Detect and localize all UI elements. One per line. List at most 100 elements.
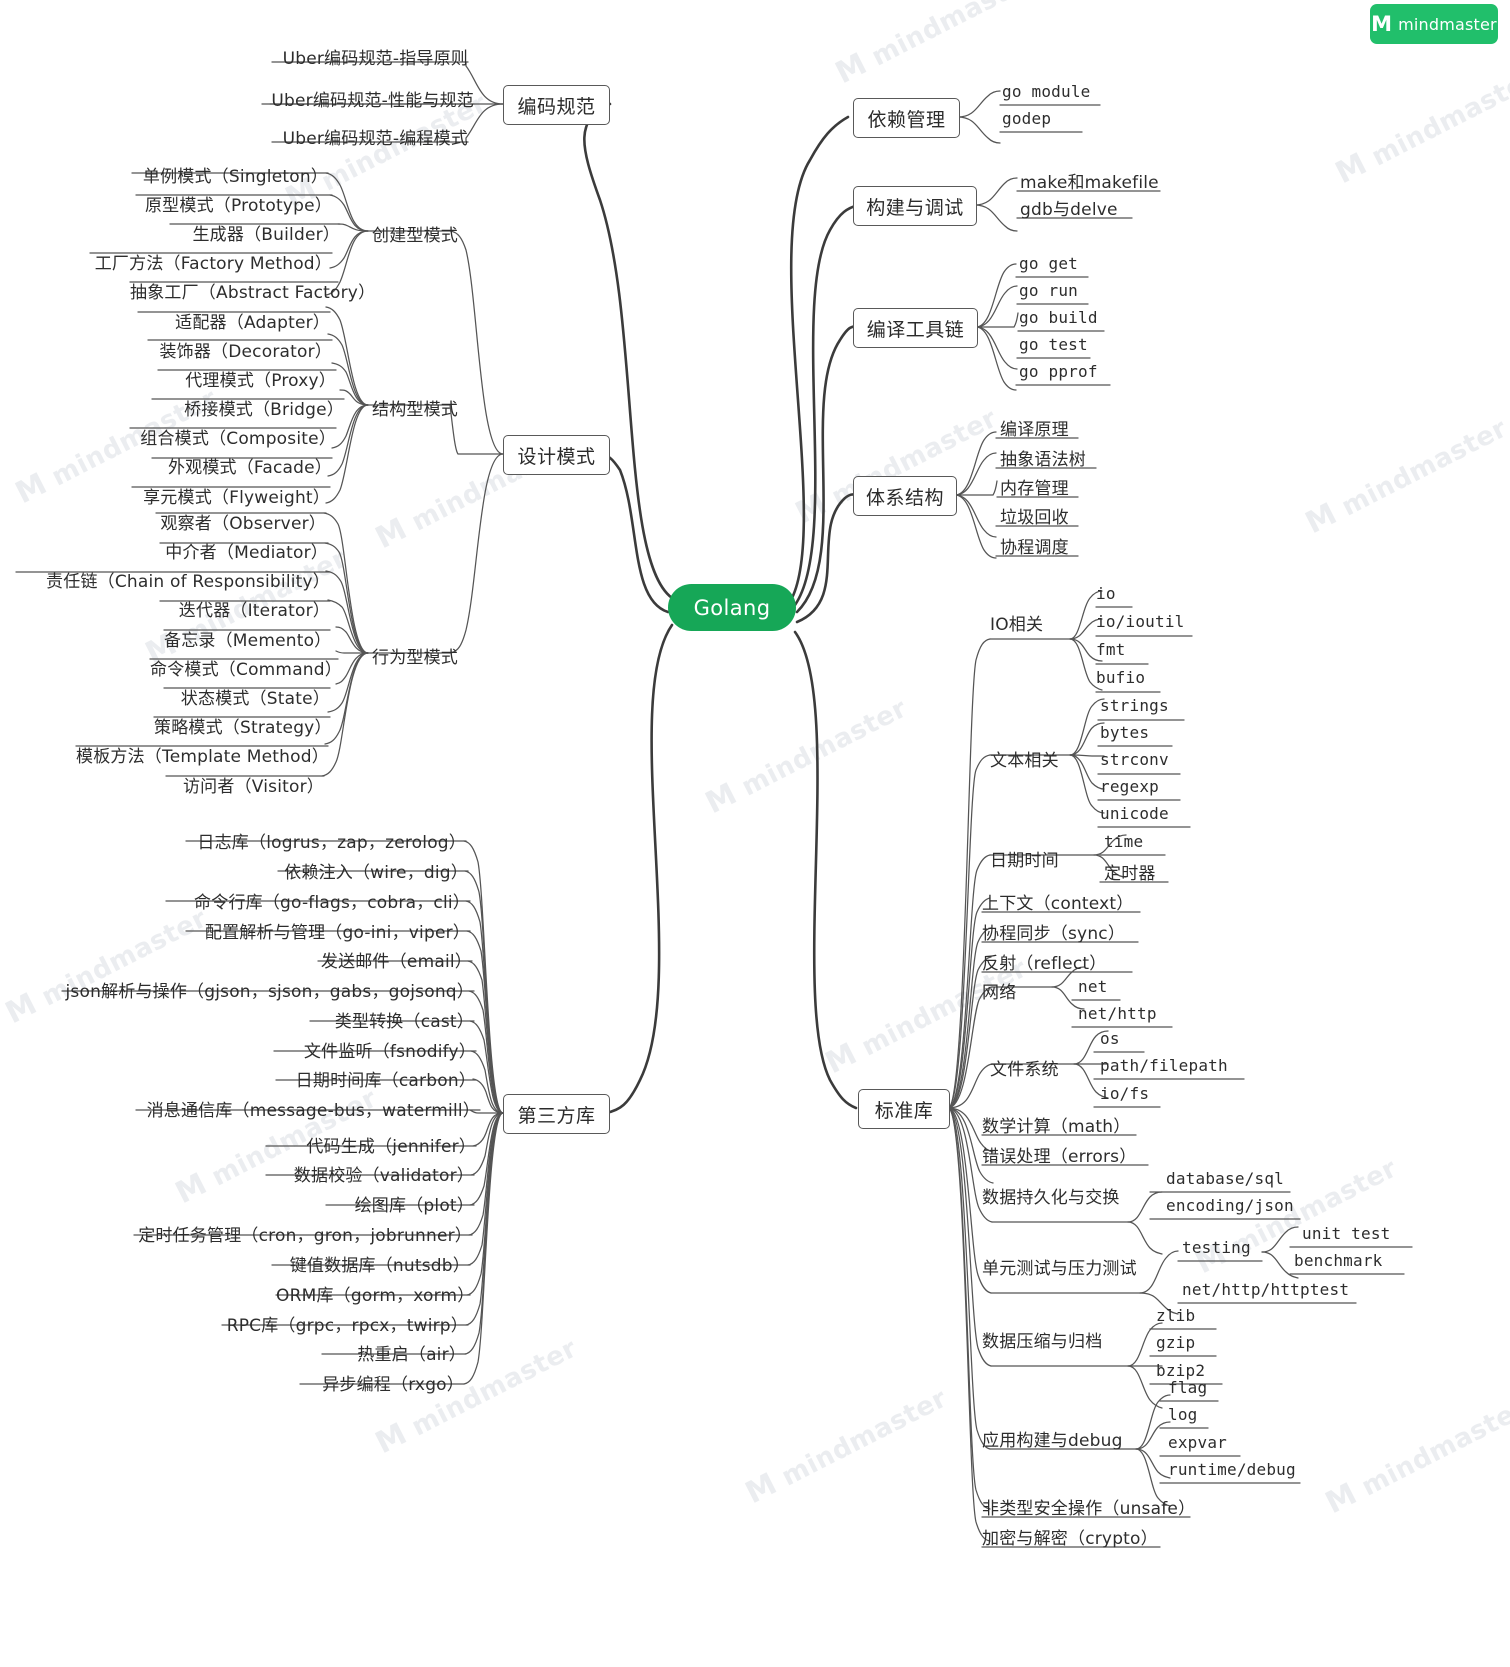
leaf-third-party[interactable]: 热重启（air） bbox=[322, 1340, 466, 1365]
leaf-stdlib[interactable]: flag bbox=[1168, 1378, 1207, 1397]
leaf-third-party[interactable]: 绘图库（plot） bbox=[326, 1191, 474, 1216]
leaf-stdlib[interactable]: testing bbox=[1182, 1238, 1251, 1257]
leaf-goroutine-scheduling[interactable]: 协程调度 bbox=[1000, 533, 1069, 558]
leaf-third-party[interactable]: 消息通信库（message-bus，watermill） bbox=[136, 1096, 480, 1121]
leaf-stdlib[interactable]: net bbox=[1078, 977, 1108, 996]
leaf-pattern[interactable]: 访问者（Visitor） bbox=[166, 772, 324, 797]
group-app-build-debug[interactable]: 应用构建与debug bbox=[982, 1426, 1123, 1451]
leaf-pattern[interactable]: 适配器（Adapter） bbox=[138, 308, 330, 333]
leaf-pattern[interactable]: 生成器（Builder） bbox=[170, 220, 340, 245]
branch-coding-standard[interactable]: 编码规范 bbox=[503, 85, 610, 125]
leaf-third-party[interactable]: 类型转换（cast） bbox=[310, 1007, 474, 1032]
leaf-third-party[interactable]: 依赖注入（wire，dig） bbox=[278, 858, 468, 883]
leaf-third-party[interactable]: 命令行库（go-flags，cobra，cli） bbox=[166, 888, 470, 913]
leaf-third-party[interactable]: RPC库（grpc，rpcx，twirp） bbox=[222, 1311, 468, 1336]
leaf-stdlib[interactable]: bytes bbox=[1100, 723, 1149, 742]
branch-architecture[interactable]: 体系结构 bbox=[853, 476, 957, 516]
group-math[interactable]: 数学计算（math） bbox=[982, 1112, 1130, 1137]
leaf-stdlib[interactable]: regexp bbox=[1100, 777, 1159, 796]
group-text[interactable]: 文本相关 bbox=[990, 746, 1059, 771]
leaf-third-party[interactable]: 发送邮件（email） bbox=[318, 947, 472, 972]
branch-build-debug[interactable]: 构建与调试 bbox=[853, 186, 977, 226]
leaf-third-party[interactable]: ORM库（gorm，xorm） bbox=[276, 1281, 474, 1306]
leaf-go-module[interactable]: go module bbox=[1002, 82, 1091, 101]
leaf-pattern[interactable]: 备忘录（Memento） bbox=[164, 626, 331, 651]
leaf-third-party[interactable]: 日志库（logrus，zap，zerolog） bbox=[186, 828, 466, 853]
group-persistence[interactable]: 数据持久化与交换 bbox=[982, 1183, 1120, 1208]
group-creational-patterns[interactable]: 创建型模式 bbox=[372, 221, 458, 246]
leaf-stdlib[interactable]: io/fs bbox=[1100, 1084, 1149, 1103]
leaf-pattern[interactable]: 外观模式（Facade） bbox=[152, 453, 332, 478]
group-crypto[interactable]: 加密与解密（crypto） bbox=[982, 1524, 1158, 1549]
leaf-pattern[interactable]: 中介者（Mediator） bbox=[160, 538, 328, 563]
leaf-pattern[interactable]: 桥接模式（Bridge） bbox=[152, 395, 344, 420]
leaf-go-test[interactable]: go test bbox=[1019, 335, 1088, 354]
group-errors[interactable]: 错误处理（errors） bbox=[982, 1142, 1136, 1167]
leaf-pattern[interactable]: 享元模式（Flyweight） bbox=[132, 483, 330, 508]
leaf-pattern[interactable]: 代理模式（Proxy） bbox=[158, 366, 336, 391]
leaf-pattern[interactable]: 策略模式（Strategy） bbox=[154, 713, 331, 738]
leaf-stdlib[interactable]: expvar bbox=[1168, 1433, 1227, 1452]
leaf-pattern[interactable]: 单例模式（Singleton） bbox=[132, 162, 328, 187]
leaf-go-pprof[interactable]: go pprof bbox=[1019, 362, 1098, 381]
leaf-stdlib[interactable]: fmt bbox=[1096, 640, 1126, 659]
leaf-pattern[interactable]: 组合模式（Composite） bbox=[130, 424, 336, 449]
root-node-golang[interactable]: Golang bbox=[668, 584, 796, 631]
leaf-third-party[interactable]: 键值数据库（nutsdb） bbox=[272, 1251, 470, 1276]
leaf-third-party[interactable]: json解析与操作（gjson，sjson，gabs，gojsonq） bbox=[62, 977, 474, 1002]
leaf-go-run[interactable]: go run bbox=[1019, 281, 1078, 300]
leaf-third-party[interactable]: 配置解析与管理（go-ini，viper） bbox=[186, 918, 470, 943]
leaf-pattern[interactable]: 工厂方法（Factory Method） bbox=[90, 249, 332, 274]
leaf-pattern[interactable]: 观察者（Observer） bbox=[156, 509, 326, 534]
leaf-make-makefile[interactable]: make和makefile bbox=[1020, 168, 1159, 193]
leaf-stdlib[interactable]: gzip bbox=[1156, 1333, 1195, 1352]
leaf-pattern[interactable]: 原型模式（Prototype） bbox=[136, 191, 332, 216]
leaf-stdlib[interactable]: net/http/httptest bbox=[1182, 1280, 1349, 1299]
group-network[interactable]: 网络 bbox=[982, 978, 1016, 1003]
leaf-garbage-collection[interactable]: 垃圾回收 bbox=[1000, 503, 1069, 528]
branch-design-patterns[interactable]: 设计模式 bbox=[503, 435, 610, 475]
leaf-stdlib[interactable]: zlib bbox=[1156, 1306, 1195, 1325]
leaf-stdlib[interactable]: 定时器 bbox=[1104, 859, 1156, 884]
group-compression[interactable]: 数据压缩与归档 bbox=[982, 1327, 1102, 1352]
leaf-uber-performance[interactable]: Uber编码规范-性能与规范 bbox=[262, 86, 474, 111]
leaf-memory-management[interactable]: 内存管理 bbox=[1000, 474, 1069, 499]
leaf-go-build[interactable]: go build bbox=[1019, 308, 1098, 327]
group-structural-patterns[interactable]: 结构型模式 bbox=[372, 395, 458, 420]
leaf-third-party[interactable]: 异步编程（rxgo） bbox=[300, 1370, 464, 1395]
leaf-stdlib[interactable]: runtime/debug bbox=[1168, 1460, 1296, 1479]
leaf-uber-guideline[interactable]: Uber编码规范-指导原则 bbox=[272, 44, 468, 69]
group-unsafe[interactable]: 非类型安全操作（unsafe） bbox=[982, 1494, 1195, 1519]
leaf-stdlib[interactable]: log bbox=[1168, 1405, 1198, 1424]
leaf-pattern[interactable]: 抽象工厂（Abstract Factory） bbox=[130, 278, 375, 303]
leaf-third-party[interactable]: 日期时间库（carbon） bbox=[276, 1066, 476, 1091]
leaf-stdlib[interactable]: path/filepath bbox=[1100, 1056, 1228, 1075]
leaf-pattern[interactable]: 迭代器（Iterator） bbox=[160, 596, 330, 621]
leaf-third-party[interactable]: 定时任务管理（cron，gron，jobrunner） bbox=[134, 1221, 472, 1246]
leaf-stdlib[interactable]: bufio bbox=[1096, 668, 1145, 687]
leaf-go-get[interactable]: go get bbox=[1019, 254, 1078, 273]
group-behavioral-patterns[interactable]: 行为型模式 bbox=[372, 643, 458, 668]
branch-third-party-libs[interactable]: 第三方库 bbox=[503, 1094, 610, 1134]
leaf-third-party[interactable]: 代码生成（jennifer） bbox=[266, 1132, 476, 1157]
leaf-stdlib[interactable]: database/sql bbox=[1166, 1169, 1284, 1188]
branch-dependency-management[interactable]: 依赖管理 bbox=[853, 98, 960, 138]
group-reflect[interactable]: 反射（reflect） bbox=[982, 949, 1106, 974]
leaf-stdlib[interactable]: io bbox=[1096, 584, 1116, 603]
leaf-stdlib[interactable]: unit test bbox=[1302, 1224, 1391, 1243]
leaf-stdlib[interactable]: strings bbox=[1100, 696, 1169, 715]
leaf-pattern[interactable]: 状态模式（State） bbox=[164, 684, 330, 709]
branch-standard-library[interactable]: 标准库 bbox=[858, 1089, 950, 1129]
leaf-stdlib[interactable]: time bbox=[1104, 832, 1143, 851]
group-context[interactable]: 上下文（context） bbox=[982, 889, 1133, 914]
leaf-third-party[interactable]: 文件监听（fsnodify） bbox=[274, 1037, 476, 1062]
leaf-stdlib[interactable]: unicode bbox=[1100, 804, 1169, 823]
group-filesystem[interactable]: 文件系统 bbox=[990, 1055, 1059, 1080]
leaf-ast[interactable]: 抽象语法树 bbox=[1000, 445, 1086, 470]
leaf-stdlib[interactable]: net/http bbox=[1078, 1004, 1157, 1023]
leaf-compile-principle[interactable]: 编译原理 bbox=[1000, 415, 1069, 440]
leaf-stdlib[interactable]: benchmark bbox=[1294, 1251, 1383, 1270]
leaf-gdb-delve[interactable]: gdb与delve bbox=[1020, 195, 1118, 220]
leaf-pattern[interactable]: 装饰器（Decorator） bbox=[148, 337, 332, 362]
group-datetime[interactable]: 日期时间 bbox=[990, 846, 1059, 871]
